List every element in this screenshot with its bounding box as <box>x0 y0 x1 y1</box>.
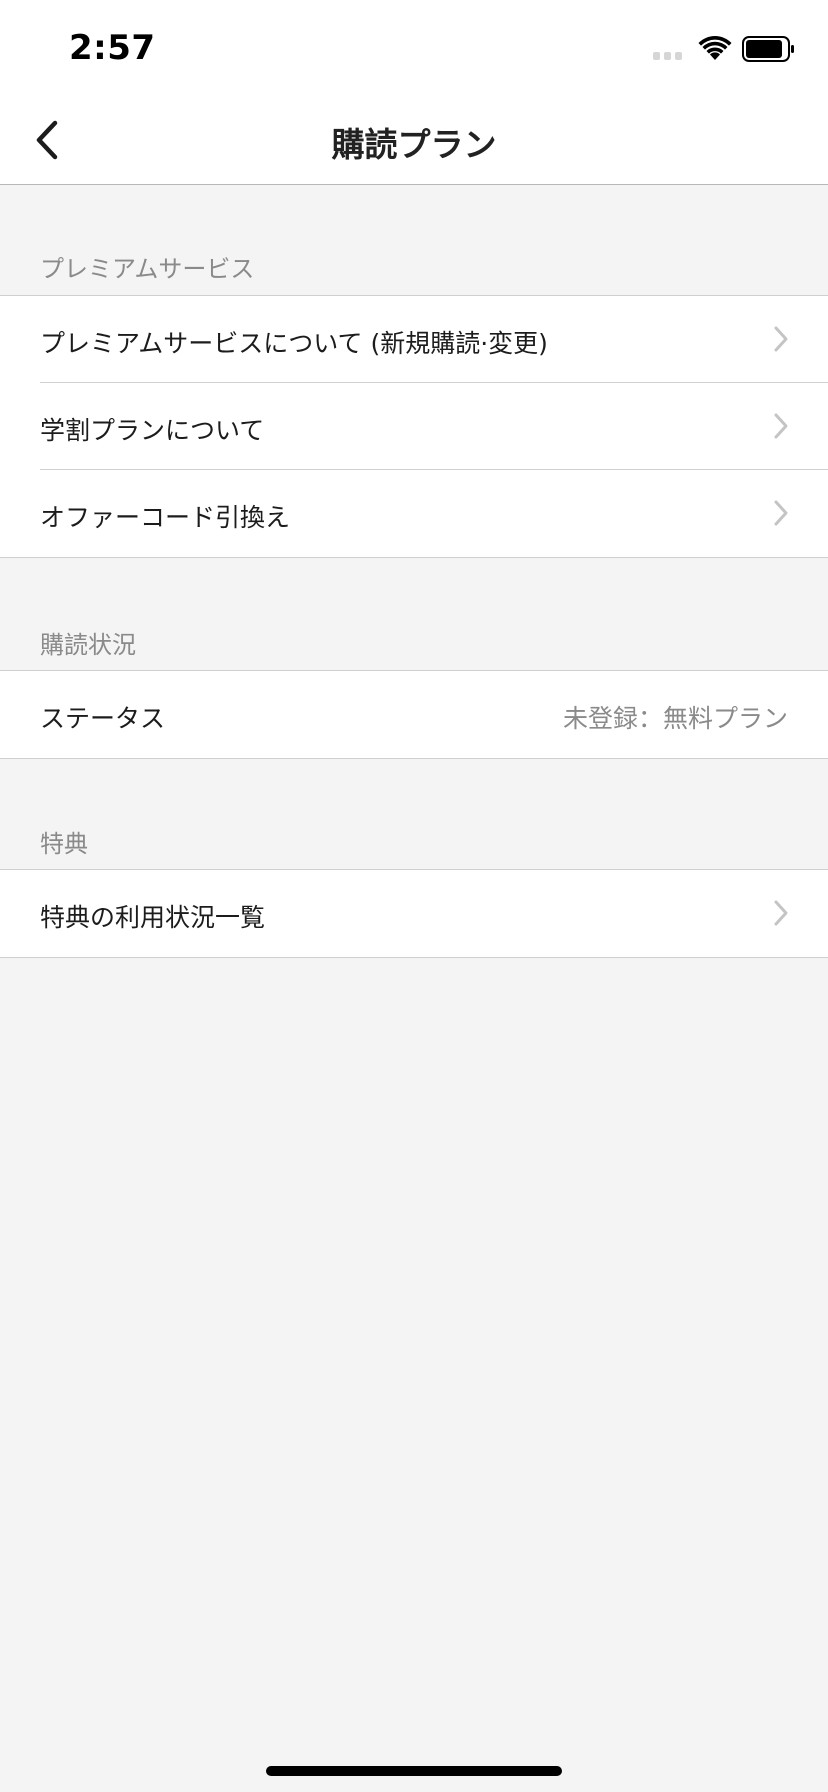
status-row: ステータス 未登録：無料プラン <box>0 671 828 758</box>
home-indicator[interactable] <box>266 1766 562 1776</box>
row-label: 学割プランについて <box>40 416 265 445</box>
section-header-subscription-status: 購読状況 <box>40 631 136 659</box>
row-label: 特典の利用状況一覧 <box>40 903 266 932</box>
subscription-status-group: ステータス 未登録：無料プラン <box>0 670 828 759</box>
chevron-right-icon <box>774 900 788 926</box>
section-header-benefits: 特典 <box>40 830 88 858</box>
status-icons <box>653 34 796 64</box>
premium-service-about-row[interactable]: プレミアムサービスについて (新規購読·変更) <box>0 296 828 383</box>
cellular-signal-icon <box>653 38 682 60</box>
student-discount-plan-row[interactable]: 学割プランについて <box>0 382 828 470</box>
section-header-premium: プレミアムサービス <box>40 255 255 283</box>
status-bar: 2:57 <box>0 0 828 94</box>
page-title: 購読プラン <box>331 125 497 164</box>
navigation-bar: 購読プラン <box>0 94 828 185</box>
status-time: 2:57 <box>69 28 156 68</box>
row-label: オファーコード引換え <box>40 503 291 532</box>
wifi-icon <box>698 36 732 60</box>
offer-code-redeem-row[interactable]: オファーコード引換え <box>0 469 828 557</box>
benefits-usage-list-row[interactable]: 特典の利用状況一覧 <box>0 870 828 957</box>
chevron-right-icon <box>774 326 788 352</box>
row-label: ステータス <box>40 704 166 733</box>
status-value: 未登録：無料プラン <box>562 704 788 733</box>
row-label: プレミアムサービスについて (新規購読·変更) <box>40 329 548 358</box>
chevron-right-icon <box>774 500 788 526</box>
premium-service-group: プレミアムサービスについて (新規購読·変更) 学割プランについて オファーコー… <box>0 295 828 558</box>
chevron-right-icon <box>774 413 788 439</box>
battery-icon <box>742 36 794 62</box>
benefits-group: 特典の利用状況一覧 <box>0 869 828 958</box>
